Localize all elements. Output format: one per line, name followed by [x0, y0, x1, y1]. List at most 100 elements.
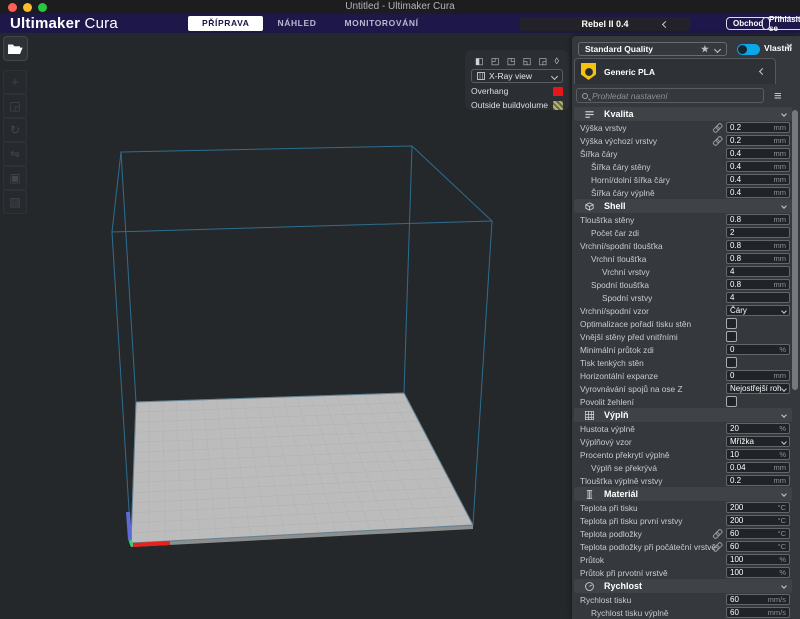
camera-presets: ◧ ◰ ◳ ◱ ◲ ◊: [471, 54, 563, 69]
profile-row: Standard Quality ★ Vlastní ×: [572, 36, 800, 58]
setting-value-field[interactable]: 0.2mm: [726, 122, 790, 133]
view-top-icon[interactable]: ◳: [507, 56, 516, 66]
tab-prepare[interactable]: PŘÍPRAVA: [188, 16, 263, 31]
chevron-down-icon: [781, 439, 787, 445]
custom-mode-toggle[interactable]: [737, 44, 760, 55]
close-panel-icon[interactable]: ×: [786, 41, 792, 53]
view-options-panel: ◧◰◳◱◲◊ X-Ray view Overhang Outside build…: [465, 50, 569, 110]
view-left-icon[interactable]: ◱: [523, 56, 532, 66]
setting-row: Vrchní/spodní tloušťka0.8mm: [572, 239, 800, 252]
setting-value-field[interactable]: 2: [726, 227, 790, 238]
link-icon: [711, 122, 724, 135]
setting-value-field[interactable]: 100%: [726, 567, 790, 578]
setting-value-field[interactable]: 0.4mm: [726, 161, 790, 172]
support-blocker-tool-icon[interactable]: ▨: [3, 190, 27, 214]
setting-row: Výplňový vzorMřížka: [572, 435, 800, 448]
setting-value-field[interactable]: 4: [726, 266, 790, 277]
setting-value-field[interactable]: 0.8mm: [726, 214, 790, 225]
titlebar: Untitled - Ultimaker Cura: [0, 0, 800, 14]
close-window-button[interactable]: [8, 3, 17, 12]
star-icon: ★: [701, 44, 709, 55]
setting-dropdown[interactable]: Mřížka: [726, 436, 790, 447]
chevron-down-icon: [551, 72, 558, 79]
extruder-tab[interactable]: Generic PLA: [574, 58, 776, 84]
settings-menu-icon[interactable]: ≡: [774, 89, 782, 102]
setting-value-field[interactable]: 0.2mm: [726, 135, 790, 146]
profile-name: Standard Quality: [585, 44, 653, 54]
search-input[interactable]: [592, 91, 758, 101]
model-tools: +◲↻⇋▣▨: [3, 70, 29, 214]
setting-value-field[interactable]: 0.4mm: [726, 148, 790, 159]
setting-dropdown[interactable]: Nejostřejší roh: [726, 383, 790, 394]
setting-value-field[interactable]: 0%: [726, 344, 790, 355]
zoom-window-button[interactable]: [38, 3, 47, 12]
sign-in-button[interactable]: Přihlásit se: [762, 17, 800, 30]
printer-name: Rebel II 0.4: [581, 19, 628, 29]
section-header-material[interactable]: Materiál: [574, 487, 792, 501]
section-header-quality[interactable]: Kvalita: [574, 107, 792, 121]
setting-row: Vrchní vrstvy4: [572, 265, 800, 278]
setting-checkbox[interactable]: [726, 318, 737, 329]
link-icon: [711, 135, 724, 148]
minimize-window-button[interactable]: [23, 3, 32, 12]
chevron-down-icon: [781, 491, 787, 497]
setting-value-field[interactable]: 60°C: [726, 528, 790, 539]
chevron-down-icon: [781, 412, 787, 418]
setting-value-field[interactable]: 0mm: [726, 370, 790, 381]
setting-value-field[interactable]: 0.8mm: [726, 279, 790, 290]
settings-list: KvalitaVýška vrstvy0.2mmVýška výchozí vr…: [572, 107, 800, 619]
setting-row: Teplota při tisku první vrstvy200°C: [572, 514, 800, 527]
settings-search[interactable]: [576, 88, 764, 103]
setting-value-field[interactable]: 0.8mm: [726, 240, 790, 251]
outside-buildvolume-color-swatch: [553, 101, 563, 110]
view-front-icon[interactable]: ◰: [491, 56, 500, 66]
app-header: Ultimaker Cura PŘÍPRAVA NÁHLED MONITOROV…: [0, 14, 800, 33]
setting-row: Tloušťka stěny0.8mm: [572, 213, 800, 226]
tab-monitor[interactable]: MONITOROVÁNÍ: [330, 16, 432, 31]
setting-value-field[interactable]: 0.04mm: [726, 462, 790, 473]
section-header-speed[interactable]: Rychlost: [574, 579, 792, 593]
setting-value-field[interactable]: 0.8mm: [726, 253, 790, 264]
open-file-button[interactable]: [3, 36, 28, 61]
setting-value-field[interactable]: 20%: [726, 423, 790, 434]
move-tool-icon[interactable]: +: [3, 70, 27, 94]
setting-dropdown[interactable]: Čáry: [726, 305, 790, 316]
printer-selector[interactable]: Rebel II 0.4: [520, 17, 690, 31]
setting-row: Výška výchozí vrstvy0.2mm: [572, 134, 800, 147]
setting-value-field[interactable]: 0.4mm: [726, 187, 790, 198]
setting-value-field[interactable]: 60mm/s: [726, 607, 790, 618]
tab-preview[interactable]: NÁHLED: [263, 16, 330, 31]
chevron-left-icon: [759, 68, 766, 75]
per-model-settings-tool-icon[interactable]: ▣: [3, 166, 27, 190]
material-badge-icon: [581, 63, 596, 80]
setting-value-field[interactable]: 10%: [726, 449, 790, 460]
search-icon: [582, 93, 588, 99]
view-right-icon[interactable]: ◲: [539, 56, 548, 66]
scrollbar-thumb[interactable]: [792, 110, 798, 390]
setting-checkbox[interactable]: [726, 331, 737, 342]
view-3d-icon[interactable]: ◧: [475, 56, 484, 66]
setting-value-field[interactable]: 200°C: [726, 515, 790, 526]
setting-value-field[interactable]: 0.2mm: [726, 475, 790, 486]
setting-value-field[interactable]: 60°C: [726, 541, 790, 552]
setting-value-field[interactable]: 200°C: [726, 502, 790, 513]
rotate-tool-icon[interactable]: ↻: [3, 118, 27, 142]
view-bottom-icon[interactable]: ◊: [555, 56, 559, 66]
y-axis-indicator: [130, 540, 132, 546]
profile-select[interactable]: Standard Quality ★: [578, 42, 727, 56]
setting-value-field[interactable]: 0.4mm: [726, 174, 790, 185]
mirror-tool-icon[interactable]: ⇋: [3, 142, 27, 166]
setting-value-field[interactable]: 60mm/s: [726, 594, 790, 605]
chevron-down-icon: [781, 583, 787, 589]
setting-checkbox[interactable]: [726, 357, 737, 368]
chevron-down-icon: [714, 45, 721, 52]
setting-checkbox[interactable]: [726, 396, 737, 407]
view-mode-select[interactable]: X-Ray view: [471, 69, 563, 83]
section-header-shell[interactable]: Shell: [574, 199, 792, 213]
setting-row: Spodní tloušťka0.8mm: [572, 278, 800, 291]
setting-value-field[interactable]: 4: [726, 292, 790, 303]
setting-value-field[interactable]: 100%: [726, 554, 790, 565]
left-toolbar: +◲↻⇋▣▨: [3, 36, 29, 214]
scale-tool-icon[interactable]: ◲: [3, 94, 27, 118]
section-header-infill[interactable]: Výplň: [574, 408, 792, 422]
